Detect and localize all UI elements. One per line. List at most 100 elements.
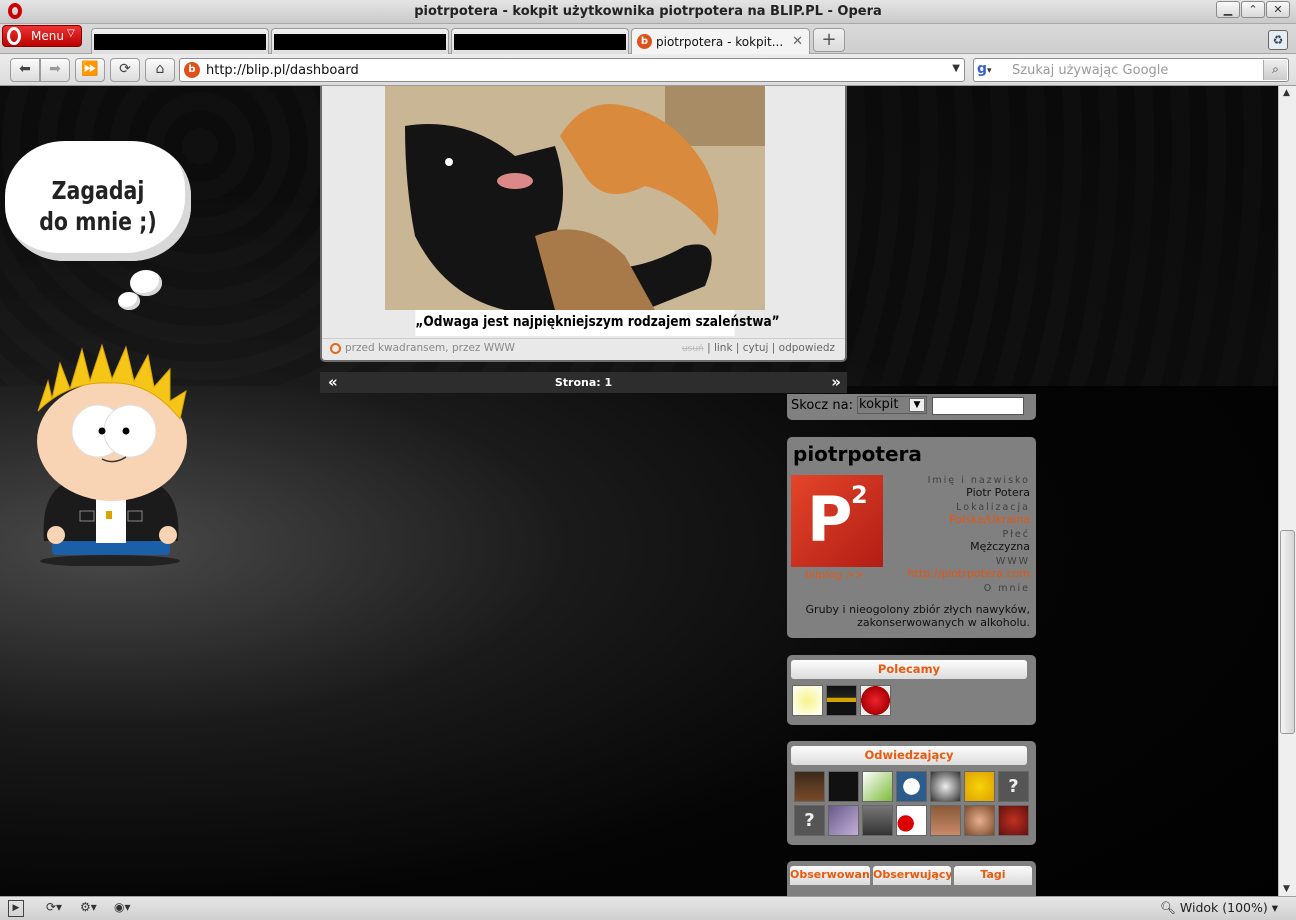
avatar-p-letter: P <box>807 483 853 556</box>
speech-line-2: do mnie ;) <box>39 207 157 236</box>
page-viewport: Zagadaj do mnie ;) „Odwaga jest najpiękn… <box>0 86 1278 896</box>
chevron-down-icon[interactable]: ▼ <box>909 398 925 412</box>
fast-forward-button[interactable]: ⏩ <box>75 58 105 82</box>
profile-username[interactable]: piotrpotera <box>793 442 922 466</box>
link-action[interactable]: link <box>714 342 733 354</box>
visitors-box: Odwiedzający ? ? <box>787 741 1036 845</box>
chevron-down-icon[interactable]: ▼ <box>952 63 960 74</box>
cloud-puff <box>130 270 162 296</box>
field-label: O mnie <box>983 583 1030 594</box>
visitor-avatar[interactable] <box>930 771 961 802</box>
jump-label: Skocz na: <box>791 398 853 413</box>
pagination-bar: « Strona: 1 » <box>320 372 847 393</box>
sync-icon[interactable]: ⟳▾ <box>46 900 62 917</box>
scroll-down-icon[interactable]: ▼ <box>1283 884 1290 894</box>
visitor-avatar[interactable] <box>862 771 893 802</box>
field-label: Imię i nazwisko <box>927 475 1030 486</box>
visitor-avatar[interactable] <box>964 771 995 802</box>
chevron-down-icon: ▽ <box>67 28 75 39</box>
jump-selected-value: kokpit <box>859 397 899 412</box>
minimize-button[interactable]: ▁ <box>1216 1 1240 18</box>
status-post: „Odwaga jest najpiękniejszym rodzajem sz… <box>320 86 847 362</box>
field-value-location[interactable]: Polska/Ukraina <box>880 513 1030 526</box>
redacted-label <box>274 34 446 50</box>
turbo-icon[interactable]: ◉▾ <box>114 900 131 917</box>
trash-icon[interactable]: ♻ <box>1268 30 1288 50</box>
unknown-avatar-icon[interactable]: ? <box>794 805 825 836</box>
forward-button[interactable]: ➡ <box>40 58 70 82</box>
panel-toggle-icon[interactable]: ▶ <box>8 900 24 917</box>
visitor-avatar[interactable] <box>828 805 859 836</box>
new-tab-button[interactable]: + <box>813 28 845 52</box>
tab-bar: Menu ▽ b piotrpotera - kokpit... ✕ + ♻ <box>0 24 1296 54</box>
field-label: Lokalizacja <box>956 502 1030 513</box>
redacted-label <box>94 34 266 50</box>
visitor-avatar[interactable] <box>964 805 995 836</box>
visitor-avatar[interactable] <box>896 805 927 836</box>
window-titlebar: piotrpotera - kokpit użytkownika piotrpo… <box>0 0 1296 24</box>
close-tab-icon[interactable]: ✕ <box>792 34 803 49</box>
home-button[interactable]: ⌂ <box>145 58 175 82</box>
field-value-gender: Mężczyzna <box>970 540 1030 553</box>
post-timestamp[interactable]: przed kwadransem, przez WWW <box>345 342 515 354</box>
tab-followers[interactable]: Obserwujący <box>873 866 951 885</box>
jump-select[interactable]: kokpit ▼ <box>857 396 927 414</box>
tab-followed[interactable]: Obserwowani <box>790 866 870 885</box>
reply-action[interactable]: odpowiedz <box>779 342 835 354</box>
jump-input[interactable] <box>932 397 1024 415</box>
menu-label: Menu <box>31 29 64 43</box>
visitor-avatar[interactable] <box>794 771 825 802</box>
post-actions: usuń | link | cytuj | odpowiedz <box>681 342 835 354</box>
recommended-thumb[interactable] <box>860 685 891 716</box>
search-placeholder: Szukaj używając Google <box>1012 63 1169 78</box>
unknown-avatar-icon[interactable]: ? <box>998 771 1029 802</box>
close-button[interactable]: ✕ <box>1266 1 1290 18</box>
back-button[interactable]: ⬅ <box>10 58 40 82</box>
profile-about: Gruby i nieogolony zbiór złych nawyków, … <box>805 603 1030 629</box>
scroll-up-icon[interactable]: ▲ <box>1283 88 1290 98</box>
tab-active[interactable]: b piotrpotera - kokpit... ✕ <box>631 28 810 54</box>
navigation-bar: ⬅ ➡ ⏩ ⟳ ⌂ b http://blip.pl/dashboard ▼ g… <box>0 54 1296 86</box>
post-photo[interactable] <box>385 86 765 310</box>
recommended-title: Polecamy <box>791 660 1027 679</box>
google-icon[interactable]: g▾ <box>977 61 1007 79</box>
cloud-puff <box>118 292 140 310</box>
quote-action[interactable]: cytuj <box>743 342 769 354</box>
zoom-control[interactable]: 🔍︎ Widok (100%) ▾ <box>1160 900 1278 916</box>
unite-icon[interactable]: ⚙▾ <box>80 900 97 917</box>
opera-logo-icon <box>7 27 21 45</box>
vertical-scrollbar[interactable]: ▲ ▼ <box>1278 86 1296 896</box>
delete-link[interactable]: usuń <box>682 344 704 354</box>
visitor-avatar[interactable] <box>998 805 1029 836</box>
tab-redacted-2[interactable] <box>271 28 449 54</box>
address-url[interactable]: http://blip.pl/dashboard <box>206 63 359 78</box>
zoom-icon: 🔍︎ <box>1160 900 1176 915</box>
visitor-avatar[interactable] <box>930 805 961 836</box>
recommended-thumb[interactable] <box>792 685 823 716</box>
field-value-www[interactable]: http://piotrpotera.com <box>880 567 1030 580</box>
tab-label: piotrpotera - kokpit... <box>656 35 784 49</box>
profile-avatar[interactable]: P 2 <box>791 475 883 567</box>
visitor-avatar[interactable] <box>828 771 859 802</box>
search-input[interactable]: g▾ Szukaj używając Google ⌕ <box>973 58 1289 82</box>
recommended-thumb[interactable] <box>826 685 857 716</box>
clock-icon <box>330 343 341 354</box>
visitor-avatar[interactable] <box>896 771 927 802</box>
visitor-avatar[interactable] <box>862 805 893 836</box>
tab-redacted-1[interactable] <box>91 28 269 54</box>
reload-button[interactable]: ⟳ <box>110 58 140 82</box>
next-page-icon[interactable]: » <box>831 373 841 391</box>
speech-bubble: Zagadaj do mnie ;) <box>5 141 191 261</box>
tab-redacted-3[interactable] <box>451 28 629 54</box>
profile-fields: Imię i nazwisko Piotr Potera Lokalizacja… <box>880 475 1030 594</box>
blip-favicon-icon: b <box>184 62 200 78</box>
search-go-icon[interactable]: ⌕ <box>1263 60 1287 80</box>
scrollbar-thumb[interactable] <box>1280 530 1295 734</box>
bliplog-link[interactable]: bliplog >> <box>805 568 864 581</box>
address-bar[interactable]: b http://blip.pl/dashboard ▼ <box>179 58 965 82</box>
maximize-button[interactable]: ⌃ <box>1241 1 1265 18</box>
avatar-superscript: 2 <box>851 481 868 509</box>
opera-menu-button[interactable]: Menu ▽ <box>2 25 82 47</box>
tab-tags[interactable]: Tagi <box>954 866 1032 885</box>
speech-line-1: Zagadaj <box>51 176 145 205</box>
